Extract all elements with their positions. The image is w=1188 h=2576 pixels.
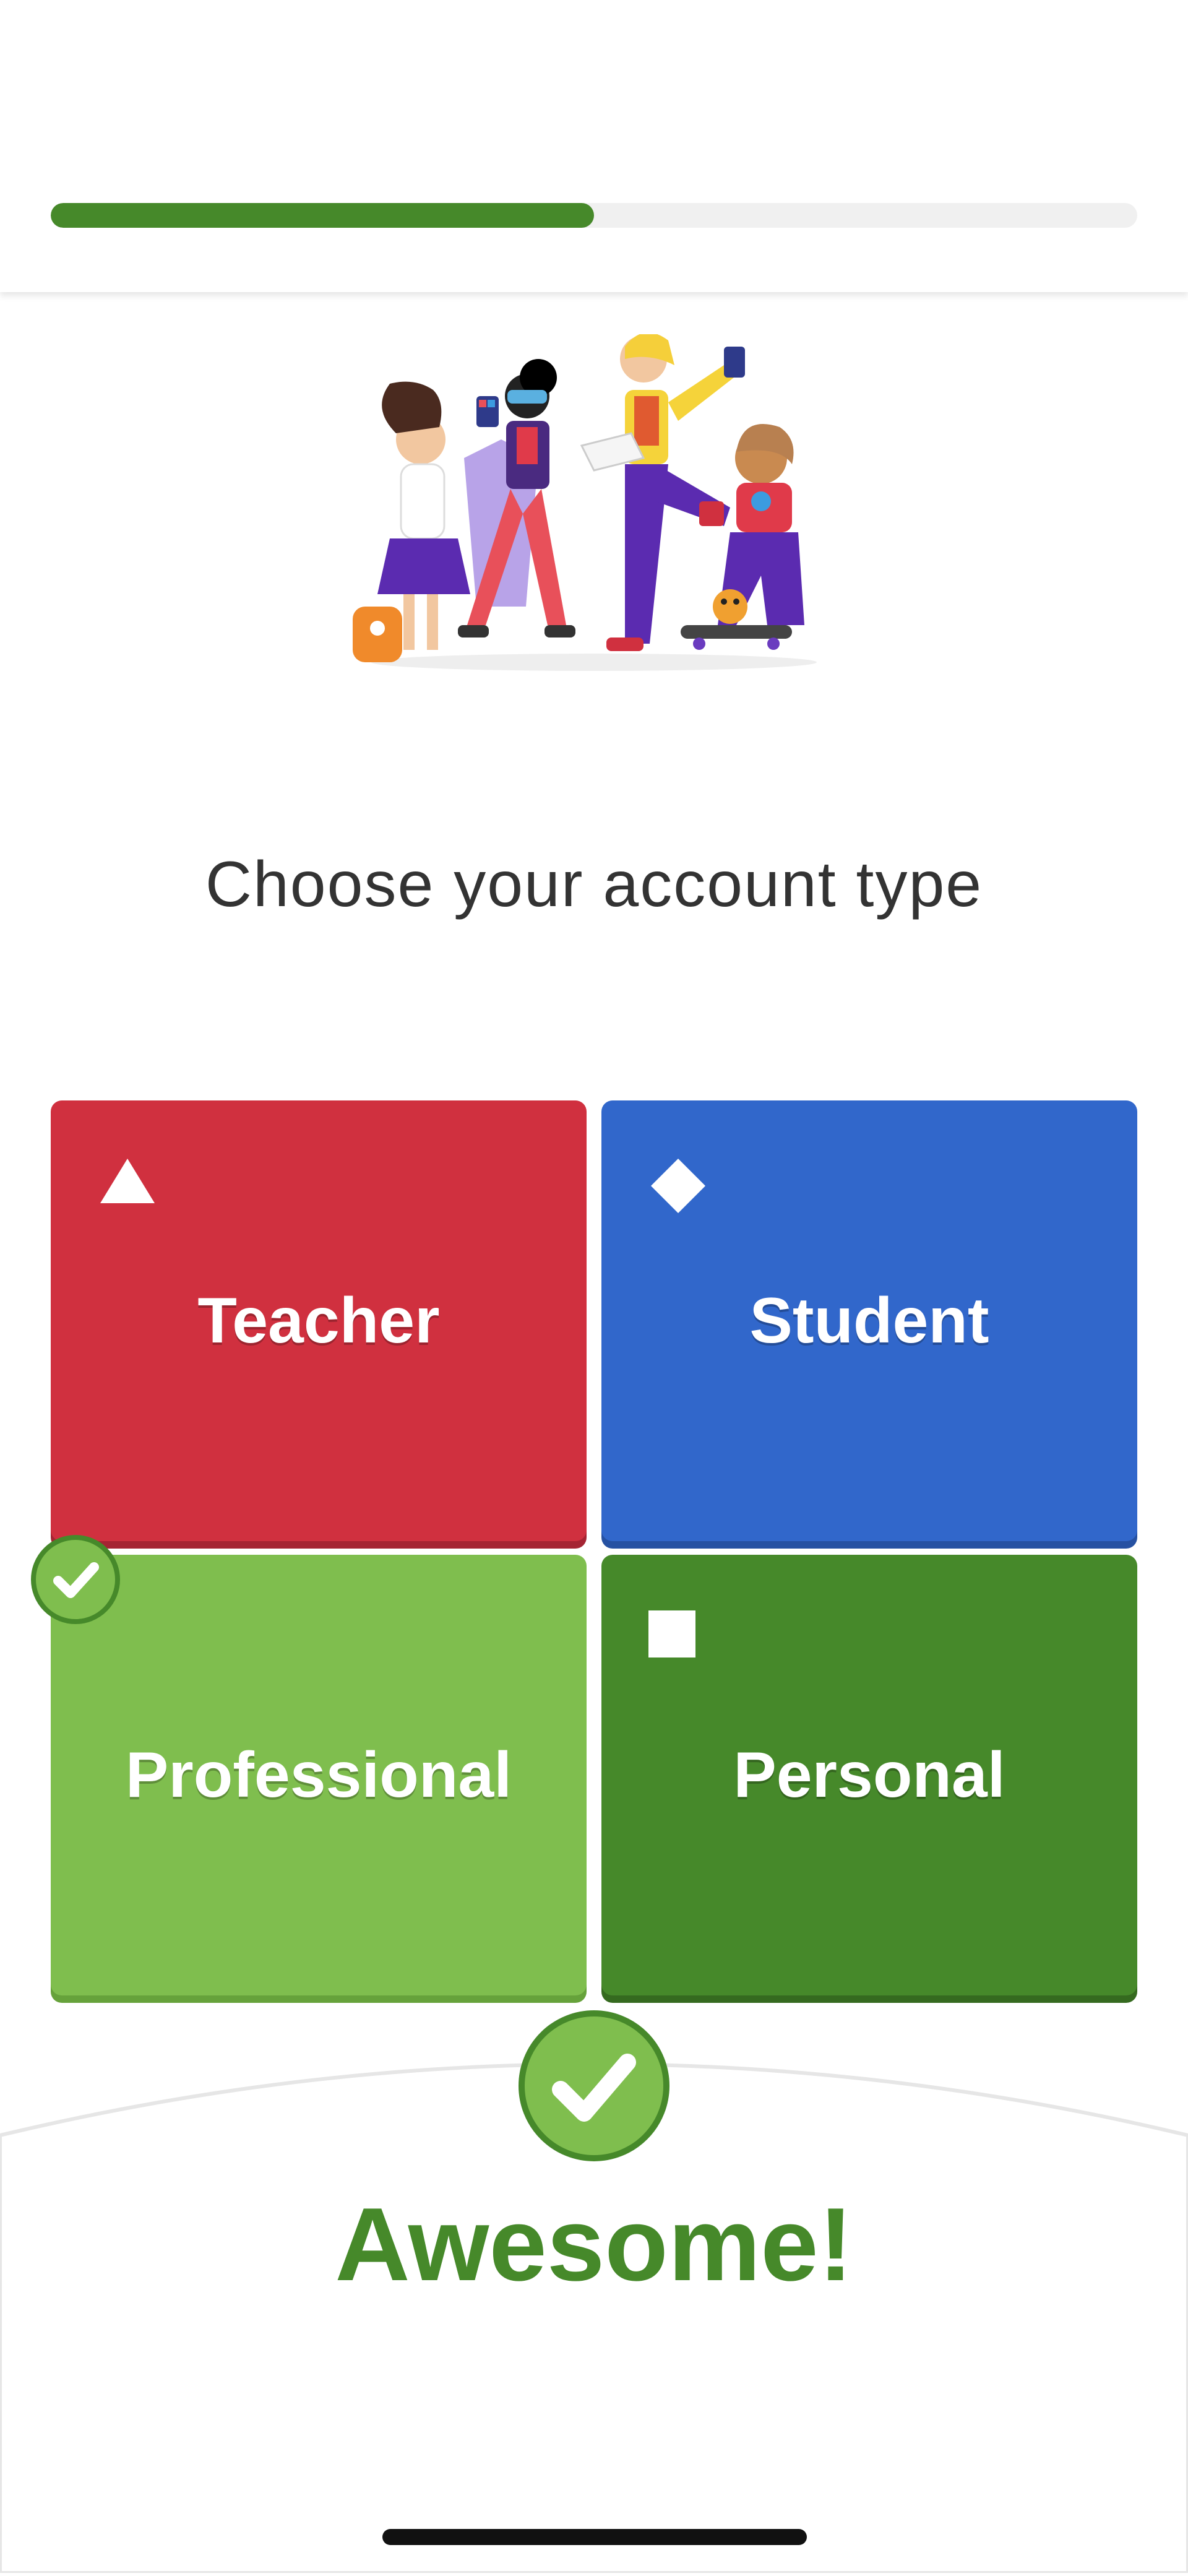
professional-option-button[interactable]: Professional <box>51 1555 587 1995</box>
progress-bar-fill <box>51 203 594 228</box>
page-title: Choose your account type <box>205 849 983 920</box>
professional-option-label: Professional <box>125 1739 512 1811</box>
personal-option-label: Personal <box>733 1739 1005 1811</box>
student-option-button[interactable]: Student <box>601 1100 1137 1541</box>
teacher-option-label: Teacher <box>197 1284 440 1357</box>
home-indicator[interactable] <box>382 2529 807 2545</box>
selected-check-icon <box>31 1535 120 1624</box>
feedback-message: Awesome! <box>335 2186 853 2302</box>
personal-option-button[interactable]: Personal <box>601 1555 1137 1995</box>
checkmark-icon <box>519 2010 669 2161</box>
top-header <box>0 0 1188 292</box>
student-option-label: Student <box>749 1284 989 1357</box>
progress-bar <box>51 203 1137 228</box>
characters-illustration <box>334 332 854 681</box>
teacher-option-button[interactable]: Teacher <box>51 1100 587 1541</box>
